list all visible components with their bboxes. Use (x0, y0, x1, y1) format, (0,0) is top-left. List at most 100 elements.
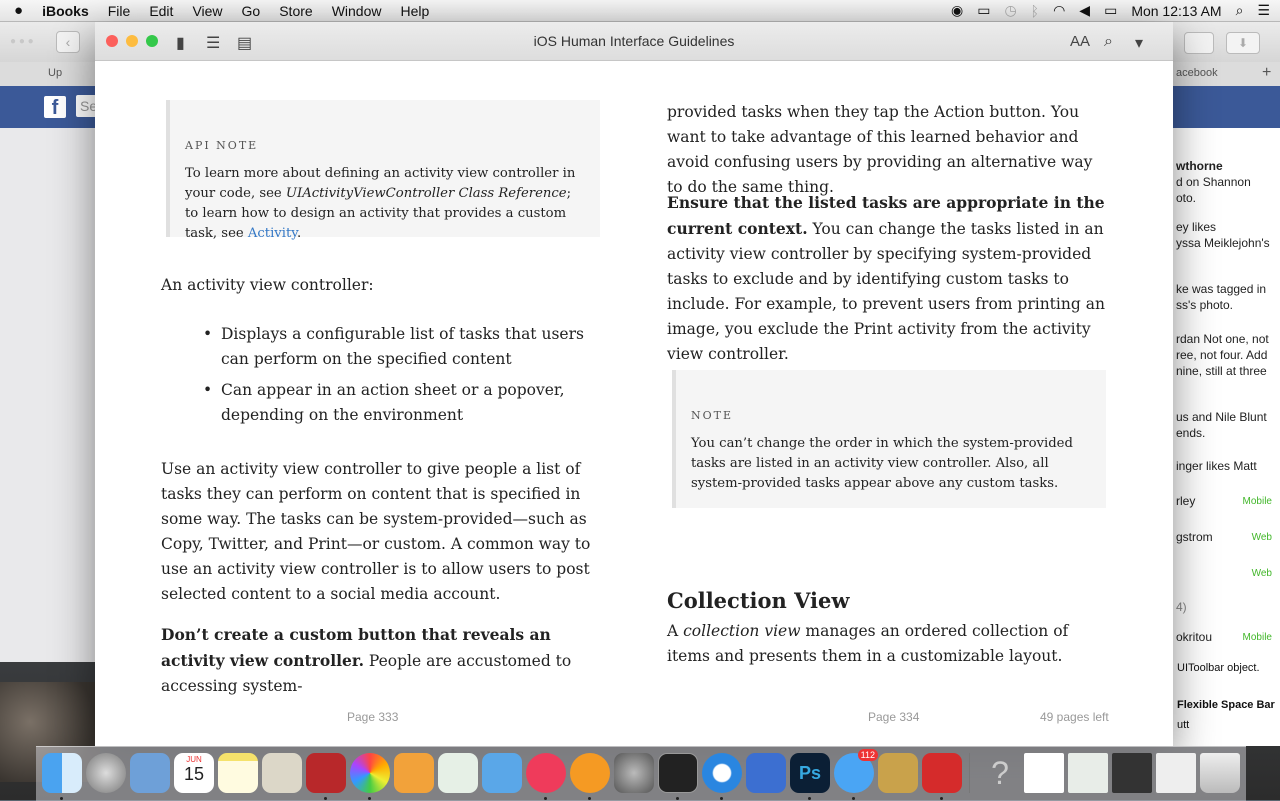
tab-right[interactable]: acebook (1176, 67, 1218, 79)
feed-line: nine, still at three (1176, 364, 1267, 378)
bluetooth-icon[interactable]: ᛒ (1031, 3, 1039, 19)
font-size-button[interactable]: AA (1070, 33, 1090, 50)
feed-line: ss's photo. (1176, 298, 1233, 312)
paragraph-text: A (667, 622, 684, 640)
body-paragraph: Ensure that the listed tasks are appropr… (667, 190, 1107, 367)
messages-badge: 112 (857, 749, 878, 761)
api-note-text: . (296, 226, 302, 241)
api-note-body: To learn more about defining an activity… (185, 164, 585, 244)
ibooks-window: ▮ ☰ ▤ iOS Human Interface Guidelines AA … (95, 22, 1173, 746)
numbers-icon[interactable] (438, 753, 478, 793)
body-paragraph: provided tasks when they tap the Action … (667, 103, 1093, 196)
book-page-spread: API NOTE To learn more about defining an… (95, 61, 1173, 746)
menu-go[interactable]: Go (242, 3, 261, 19)
menu-store[interactable]: Store (279, 3, 312, 19)
minimized-window-thumbnail[interactable] (1024, 753, 1064, 793)
search-icon[interactable]: ⌕ (1104, 33, 1113, 51)
launchpad-icon[interactable] (86, 753, 126, 793)
menu-edit[interactable]: Edit (149, 3, 173, 19)
facebook-sidebar: wthorne d on Shannon oto. ey likes yssa … (1172, 128, 1280, 668)
minimized-window-thumbnail[interactable] (1156, 753, 1196, 793)
wifi-icon[interactable]: ◠ (1053, 2, 1065, 19)
menu-window[interactable]: Window (332, 3, 382, 19)
facebook-logo-icon[interactable]: f (44, 96, 66, 119)
left-page-number: Page 333 (347, 710, 399, 724)
trash-icon[interactable] (1200, 753, 1240, 793)
menu-file[interactable]: File (108, 3, 131, 19)
help-icon[interactable]: ? (980, 753, 1020, 793)
image-capture-icon[interactable] (262, 753, 302, 793)
pages-icon[interactable] (394, 753, 434, 793)
ibooks-icon[interactable] (570, 753, 610, 793)
bookmark-icon[interactable]: ▾ (1135, 33, 1143, 53)
photoshop-icon[interactable]: Ps (790, 753, 830, 793)
photo-booth-icon[interactable] (306, 753, 346, 793)
feed-line: ree, not four. Add (1176, 348, 1268, 362)
new-tab-icon[interactable]: + (1262, 64, 1271, 82)
menu-help[interactable]: Help (400, 3, 429, 19)
chat-status: Web (1251, 568, 1272, 579)
chat-contact[interactable]: okritou (1176, 629, 1212, 645)
paragraph-text: You can change the tasks listed in an ac… (667, 220, 1105, 363)
list-item: Displays a configurable list of tasks th… (161, 322, 601, 372)
menu-view[interactable]: View (192, 3, 222, 19)
window-titlebar: ▮ ☰ ▤ iOS Human Interface Guidelines AA … (95, 22, 1173, 61)
calendar-icon[interactable]: JUN 15 (174, 753, 214, 793)
note-heading: NOTE (691, 409, 734, 422)
time-machine-icon[interactable]: ◷ (1004, 2, 1016, 19)
section-heading: Collection View (667, 588, 850, 613)
body-paragraph: Use an activity view controller to give … (161, 460, 591, 603)
body-paragraph: Don’t create a custom button that reveal… (161, 622, 607, 699)
download-icon[interactable]: ⬇ (1226, 32, 1260, 54)
minimized-window-thumbnail[interactable] (1112, 753, 1152, 793)
airplay-icon[interactable]: ▭ (977, 2, 990, 19)
dock: JUN 15 Ps 112 ? (36, 746, 1246, 801)
chat-status: Mobile (1242, 496, 1272, 507)
pages-left-indicator: 49 pages left (1040, 710, 1109, 724)
apple-menu-icon[interactable]: ● (14, 2, 23, 19)
list-item: Can appear in an action sheet or a popov… (161, 378, 601, 428)
browser-traffic-lights: ● ● ● (10, 36, 34, 47)
feed-line: us and Nile Blunt (1176, 410, 1267, 424)
volume-icon[interactable]: ◀ (1079, 2, 1090, 19)
activity-link[interactable]: Activity (248, 226, 297, 241)
battery-icon[interactable]: ▭ (1104, 2, 1117, 19)
system-preferences-icon[interactable] (614, 753, 654, 793)
creative-cloud-icon[interactable] (922, 753, 962, 793)
dock-divider (969, 753, 970, 793)
notification-center-icon[interactable]: ☰ (1257, 2, 1270, 19)
notes-app-icon[interactable] (218, 753, 258, 793)
feed-line: rdan Not one, not (1176, 332, 1269, 346)
api-note-box: API NOTE To learn more about defining an… (166, 100, 600, 241)
body-paragraph: A collection view manages an ordered col… (667, 619, 1107, 669)
safari-icon[interactable] (702, 753, 742, 793)
terminal-icon[interactable] (658, 753, 698, 793)
note-box: NOTE You can’t change the order in which… (672, 370, 1106, 508)
keychain-access-icon[interactable] (878, 753, 918, 793)
messages-icon[interactable]: 112 (834, 749, 878, 793)
back-icon[interactable]: ‹ (56, 31, 80, 53)
tabs-icon[interactable] (1184, 32, 1214, 54)
doc-line: UIToolbar object. (1177, 662, 1260, 674)
chat-status: Mobile (1242, 632, 1272, 643)
term-text: collection view (683, 622, 801, 640)
spotlight-search-icon[interactable]: ⌕ (1236, 2, 1244, 19)
chat-contact[interactable]: rley (1176, 493, 1195, 509)
finder-icon[interactable] (42, 753, 82, 793)
xcode-icon[interactable] (746, 753, 786, 793)
itunes-icon[interactable] (526, 753, 566, 793)
feed-line: inger likes Matt (1176, 459, 1257, 473)
menu-bar: ● iBooks File Edit View Go Store Window … (0, 0, 1280, 22)
feed-line: d on Shannon (1176, 175, 1251, 189)
clock[interactable]: Mon 12:13 AM (1131, 3, 1221, 19)
preview-icon[interactable] (130, 753, 170, 793)
chat-contact[interactable]: 4) (1176, 599, 1187, 615)
photos-icon[interactable] (350, 753, 390, 793)
menu-app-name[interactable]: iBooks (42, 3, 89, 19)
tab-left[interactable]: Up (48, 67, 62, 79)
minimized-window-thumbnail[interactable] (1068, 753, 1108, 793)
keynote-icon[interactable] (482, 753, 522, 793)
chat-contact[interactable]: gstrom (1176, 529, 1213, 545)
creative-cloud-status-icon[interactable]: ◉ (951, 2, 963, 19)
api-note-heading: API NOTE (185, 139, 259, 152)
